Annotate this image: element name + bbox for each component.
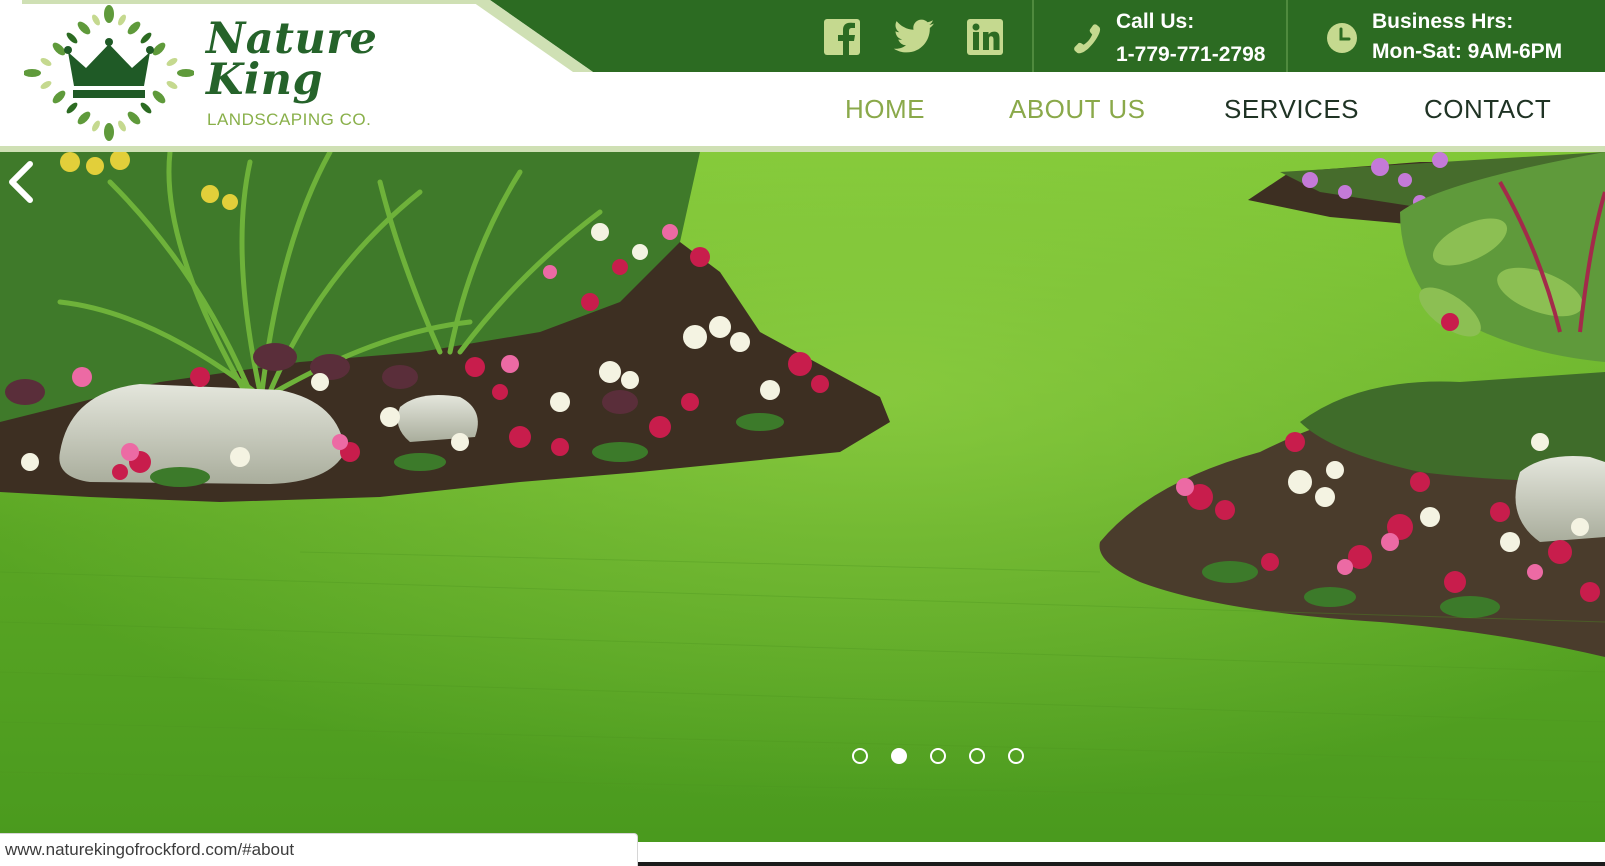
top-bar-divider — [1032, 0, 1034, 72]
phone-number[interactable]: 1-779-771-2798 — [1116, 43, 1265, 67]
twitter-icon[interactable] — [893, 18, 935, 56]
business-hours: Mon-Sat: 9AM-6PM — [1372, 40, 1563, 63]
site-header: Call Us: 1-779-771-2798 Business Hrs: Mo… — [0, 0, 1605, 152]
business-hours-label: Business Hrs: — [1372, 10, 1514, 33]
carousel-dot-active[interactable] — [891, 748, 907, 764]
nav-item-services[interactable]: SERVICES — [1224, 94, 1359, 125]
page: Call Us: 1-779-771-2798 Business Hrs: Mo… — [0, 0, 1605, 866]
carousel-indicators — [852, 748, 1032, 768]
carousel-dot[interactable] — [930, 748, 946, 764]
chevron-left-icon[interactable] — [0, 152, 40, 212]
status-url: www.naturekingofrockford.com/#about — [5, 840, 295, 859]
carousel-dot[interactable] — [852, 748, 868, 764]
logo-tagline: LANDSCAPING CO. — [207, 110, 372, 129]
phone-icon — [1074, 24, 1101, 54]
clock-icon — [1327, 23, 1357, 53]
crown-wreath-logo-icon — [24, 5, 194, 141]
nav-item-home[interactable]: HOME — [845, 94, 925, 125]
call-us-label: Call Us: — [1116, 10, 1195, 33]
nav-item-contact[interactable]: CONTACT — [1424, 94, 1551, 125]
top-bar-divider — [1286, 0, 1288, 72]
hero-carousel — [0, 152, 1605, 842]
carousel-dot[interactable] — [1008, 748, 1024, 764]
site-logo[interactable]: Nature King LANDSCAPING CO. — [24, 2, 394, 142]
nav-item-about-us[interactable]: ABOUT US — [1009, 94, 1145, 125]
linkedin-icon[interactable] — [966, 18, 1004, 56]
carousel-dot[interactable] — [969, 748, 985, 764]
logo-name-line-2: King — [206, 55, 324, 105]
hero-image — [0, 152, 1605, 842]
facebook-icon[interactable] — [823, 18, 861, 56]
browser-status-bar: www.naturekingofrockford.com/#about — [0, 833, 638, 866]
